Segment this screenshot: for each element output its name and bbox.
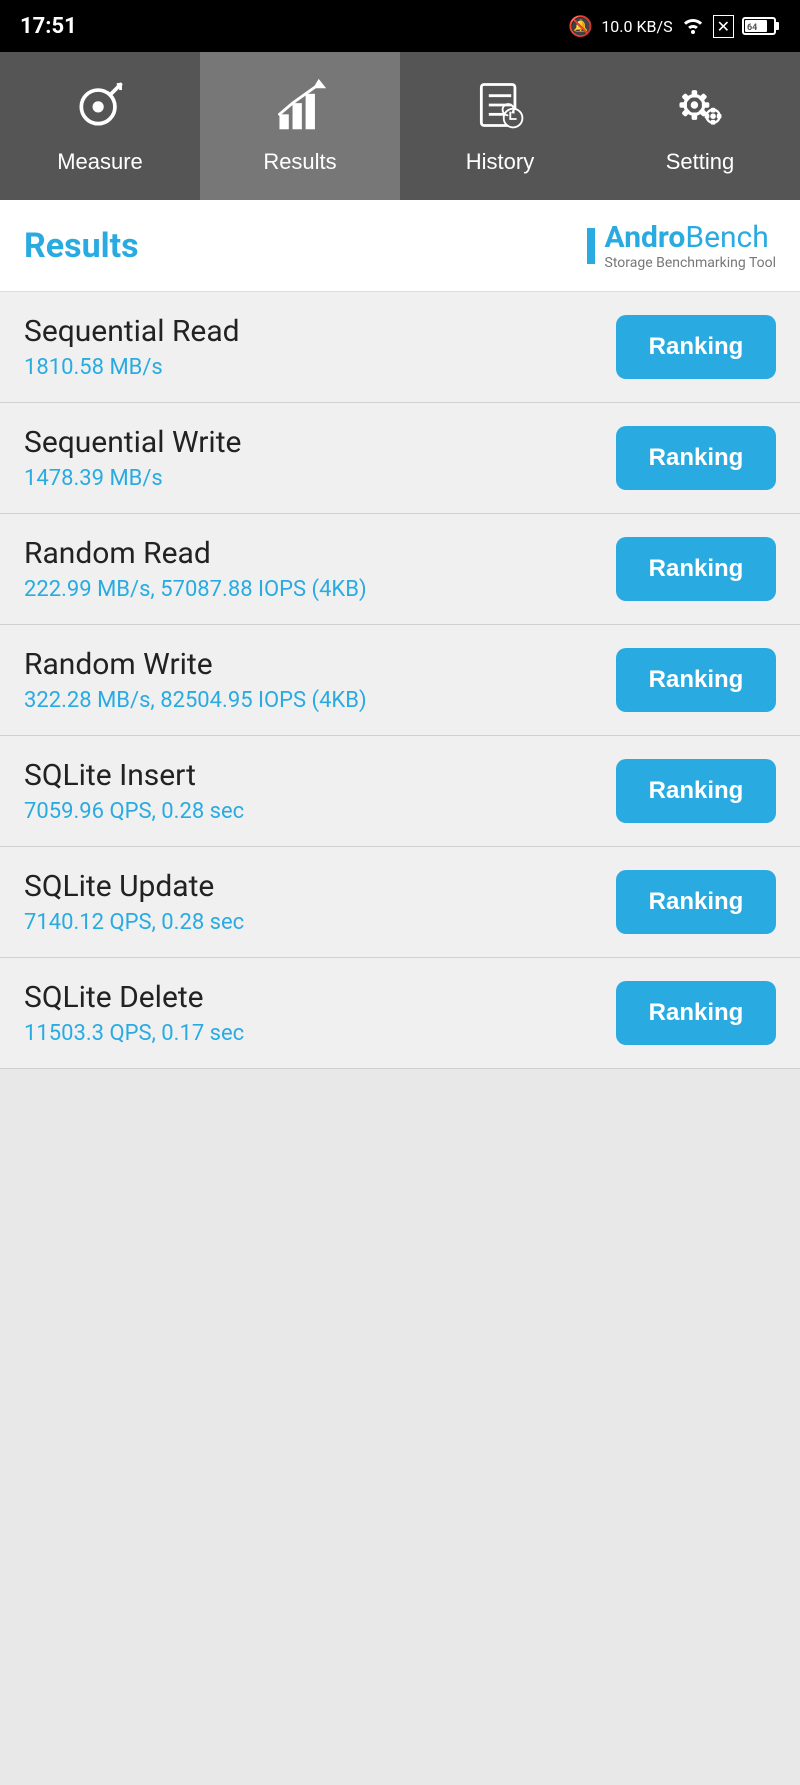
result-name: Sequential Read xyxy=(24,314,240,349)
result-name: SQLite Insert xyxy=(24,758,244,793)
nav-label-measure: Measure xyxy=(57,149,143,175)
brand-accent xyxy=(587,228,595,264)
result-value: 1810.58 MB/s xyxy=(24,355,240,380)
result-row: SQLite Update 7140.12 QPS, 0.28 sec Rank… xyxy=(0,847,800,958)
ranking-button-2[interactable]: Ranking xyxy=(616,537,776,601)
result-name: Random Read xyxy=(24,536,367,571)
results-list: Sequential Read 1810.58 MB/s Ranking Seq… xyxy=(0,292,800,1069)
result-info: SQLite Insert 7059.96 QPS, 0.28 sec xyxy=(24,758,244,824)
ranking-button-1[interactable]: Ranking xyxy=(616,426,776,490)
result-info: Random Read 222.99 MB/s, 57087.88 IOPS (… xyxy=(24,536,367,602)
history-icon xyxy=(472,77,528,141)
status-time: 17:51 xyxy=(20,14,77,39)
result-info: Sequential Read 1810.58 MB/s xyxy=(24,314,240,380)
brand-subtitle: Storage Benchmarking Tool xyxy=(605,255,776,271)
ranking-button-3[interactable]: Ranking xyxy=(616,648,776,712)
mute-icon: 🔕 xyxy=(568,14,593,38)
ranking-button-4[interactable]: Ranking xyxy=(616,759,776,823)
battery-icon: 64 xyxy=(742,16,780,36)
result-info: SQLite Delete 11503.3 QPS, 0.17 sec xyxy=(24,980,244,1046)
result-value: 11503.3 QPS, 0.17 sec xyxy=(24,1021,244,1046)
nav-label-results: Results xyxy=(263,149,336,175)
ranking-button-5[interactable]: Ranking xyxy=(616,870,776,934)
ranking-button-0[interactable]: Ranking xyxy=(616,315,776,379)
result-value: 7140.12 QPS, 0.28 sec xyxy=(24,910,244,935)
result-value: 322.28 MB/s, 82504.95 IOPS (4KB) xyxy=(24,688,367,713)
nav-bar: Measure Results xyxy=(0,52,800,200)
nav-label-setting: Setting xyxy=(666,149,735,175)
result-row: SQLite Insert 7059.96 QPS, 0.28 sec Rank… xyxy=(0,736,800,847)
result-info: SQLite Update 7140.12 QPS, 0.28 sec xyxy=(24,869,244,935)
wifi-icon xyxy=(681,14,705,39)
nav-item-setting[interactable]: Setting xyxy=(600,52,800,200)
results-icon xyxy=(272,77,328,141)
result-name: Random Write xyxy=(24,647,367,682)
result-value: 222.99 MB/s, 57087.88 IOPS (4KB) xyxy=(24,577,367,602)
result-value: 7059.96 QPS, 0.28 sec xyxy=(24,799,244,824)
result-name: SQLite Update xyxy=(24,869,244,904)
network-speed: 10.0 KB/S xyxy=(601,17,672,36)
result-name: Sequential Write xyxy=(24,425,241,460)
nav-item-history[interactable]: History xyxy=(400,52,600,200)
page-header: Results AndroBench Storage Benchmarking … xyxy=(0,200,800,292)
brand-logo: AndroBench Storage Benchmarking Tool xyxy=(587,220,776,271)
x-icon: ✕ xyxy=(713,15,734,38)
result-info: Sequential Write 1478.39 MB/s xyxy=(24,425,241,491)
brand-name: AndroBench xyxy=(605,220,776,255)
nav-label-history: History xyxy=(466,149,534,175)
svg-text:64: 64 xyxy=(747,23,757,33)
result-row: Sequential Read 1810.58 MB/s Ranking xyxy=(0,292,800,403)
result-value: 1478.39 MB/s xyxy=(24,466,241,491)
status-bar: 17:51 🔕 10.0 KB/S ✕ 64 xyxy=(0,0,800,52)
result-info: Random Write 322.28 MB/s, 82504.95 IOPS … xyxy=(24,647,367,713)
result-row: Random Write 322.28 MB/s, 82504.95 IOPS … xyxy=(0,625,800,736)
measure-icon xyxy=(72,77,128,141)
result-row: SQLite Delete 11503.3 QPS, 0.17 sec Rank… xyxy=(0,958,800,1069)
ranking-button-6[interactable]: Ranking xyxy=(616,981,776,1045)
result-row: Sequential Write 1478.39 MB/s Ranking xyxy=(0,403,800,514)
brand-name-part2: Bench xyxy=(685,220,768,255)
nav-item-results[interactable]: Results xyxy=(200,52,400,200)
brand-name-part1: Andro xyxy=(605,220,686,255)
status-right: 🔕 10.0 KB/S ✕ 64 xyxy=(568,14,780,39)
page-title: Results xyxy=(24,226,139,266)
nav-item-measure[interactable]: Measure xyxy=(0,52,200,200)
result-row: Random Read 222.99 MB/s, 57087.88 IOPS (… xyxy=(0,514,800,625)
setting-icon xyxy=(672,77,728,141)
result-name: SQLite Delete xyxy=(24,980,244,1015)
bottom-area xyxy=(0,1069,800,1469)
